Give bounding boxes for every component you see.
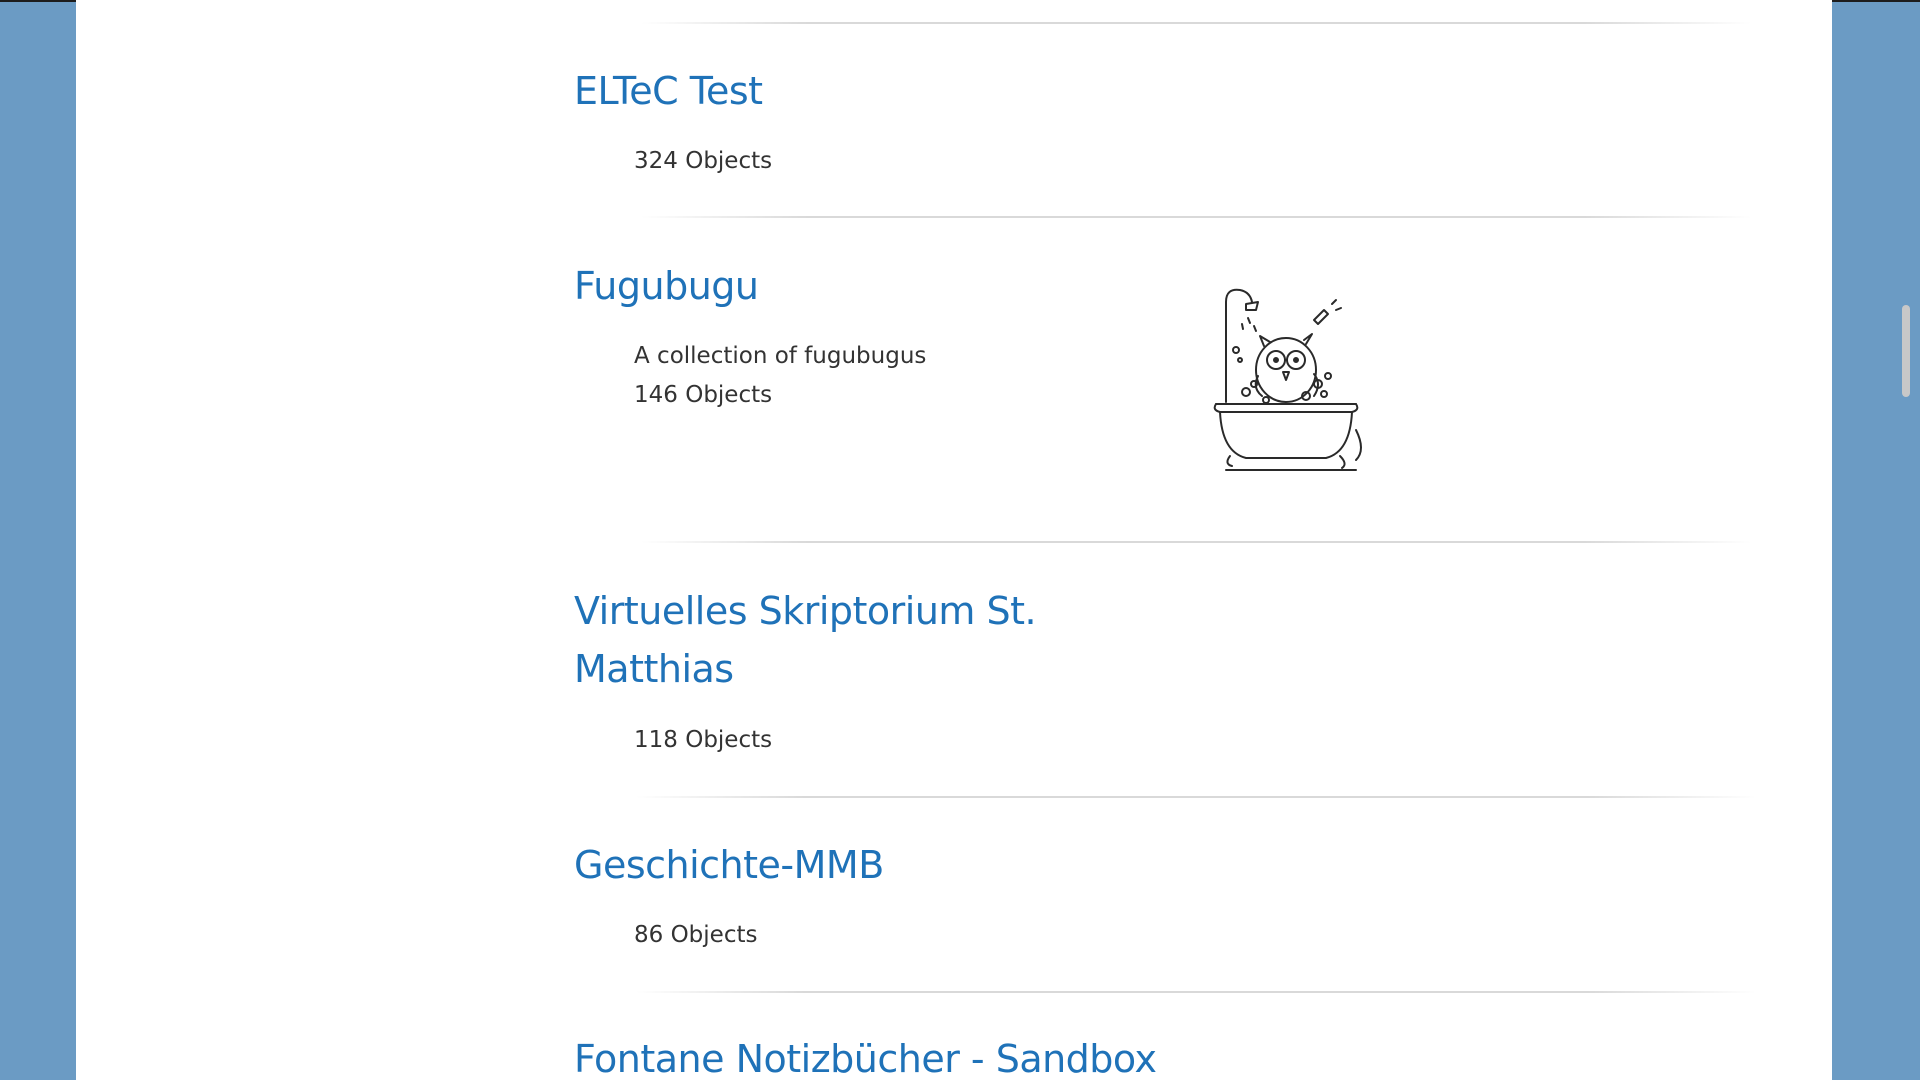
collection-title-geschichte-mmb[interactable]: Geschichte-MMB (574, 836, 884, 894)
divider (641, 22, 1751, 24)
collection-title-fontane-notizbuecher[interactable]: Fontane Notizbücher - Sandbox (574, 1030, 1157, 1080)
collection-object-count: 146 Objects (634, 382, 773, 408)
collection-object-count: 324 Objects (634, 148, 773, 174)
collection-object-count: 86 Objects (634, 922, 758, 948)
divider (641, 216, 1751, 218)
collection-title-virtuelles-skriptorium-line1[interactable]: Virtuelles Skriptorium St. (574, 582, 1037, 640)
owl-in-bathtub-sketch-icon[interactable] (1206, 280, 1382, 492)
scrollbar-thumb[interactable] (1902, 305, 1910, 397)
collection-description: A collection of fugubugus (634, 343, 927, 369)
collection-object-count: 118 Objects (634, 727, 773, 753)
collection-title-virtuelles-skriptorium-line2[interactable]: Matthias (574, 640, 734, 698)
collection-title-eltec-test[interactable]: ELTeC Test (574, 62, 763, 120)
collection-list: ELTeC Test 324 Objects Fugubugu A collec… (76, 0, 1832, 1080)
collection-title-fugubugu[interactable]: Fugubugu (574, 257, 759, 315)
divider (636, 991, 1756, 993)
divider (641, 541, 1751, 543)
divider (636, 796, 1756, 798)
